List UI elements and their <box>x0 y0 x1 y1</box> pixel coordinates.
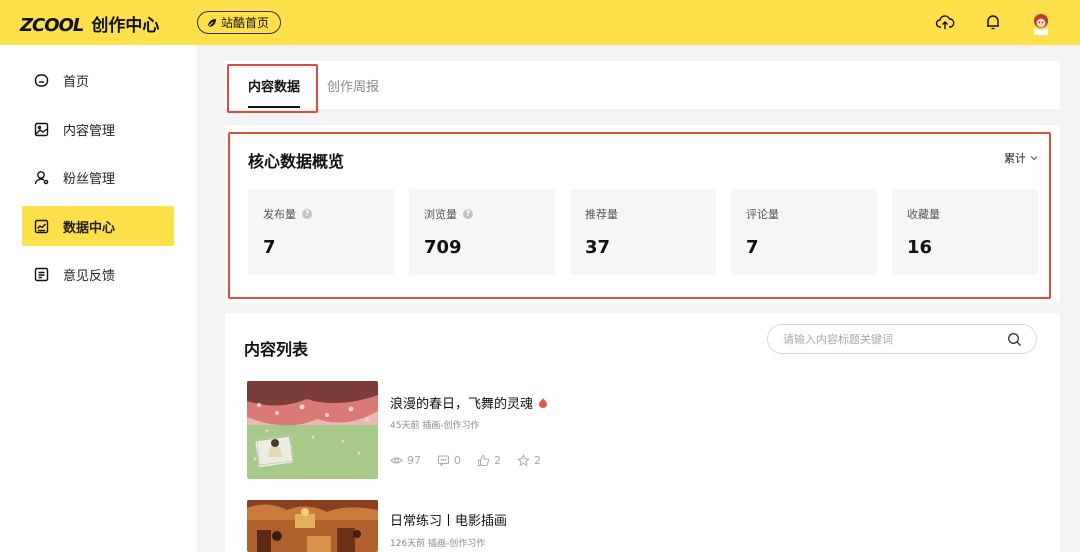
item-meta: 45天前 插画-创作习作 <box>390 421 480 431</box>
zcool-logo[interactable]: ZCOOL <box>20 15 84 36</box>
core-data-title: 核心数据概览 <box>248 152 345 171</box>
artwork-thumbnail[interactable] <box>247 500 378 552</box>
stat-label: 收藏量 <box>907 208 940 221</box>
stat-value: 709 <box>424 237 462 258</box>
likes-stat: 2 <box>477 454 501 467</box>
image-icon <box>34 122 49 136</box>
stat-label: 推荐量 <box>585 208 618 221</box>
list-item: 日常练习丨电影插画 126天前 插画-创作习作 <box>247 500 947 552</box>
leaf-icon <box>207 18 216 27</box>
eye-icon <box>390 457 403 464</box>
sidebar-item-label: 数据中心 <box>63 220 116 236</box>
tab-label: 创作周报 <box>327 79 380 95</box>
stat-label: 发布量 <box>263 208 296 221</box>
user-icon <box>34 170 49 184</box>
sidebar-item-data-center[interactable]: 数据中心 <box>22 206 174 246</box>
item-meta: 126天前 插画-创作习作 <box>390 539 486 549</box>
period-dropdown[interactable]: 累计 <box>1004 150 1038 166</box>
favorites-count: 2 <box>534 454 541 467</box>
comments-count: 0 <box>454 454 461 467</box>
tab-weekly-report[interactable]: 创作周报 <box>327 61 379 109</box>
favorites-stat: 2 <box>517 454 541 467</box>
zcool-home-button[interactable]: 站酷首页 <box>197 11 282 34</box>
tabs-bar: 内容数据 创作周报 <box>225 61 1060 109</box>
search-icon[interactable] <box>1007 332 1022 347</box>
home-icon <box>34 73 49 87</box>
stat-label: 评论量 <box>746 208 779 221</box>
item-title[interactable]: 浪漫的春日，飞舞的灵魂 <box>390 393 548 412</box>
sidebar-item-home[interactable]: 首页 <box>22 60 174 100</box>
help-icon[interactable]: ? <box>463 209 473 219</box>
item-title-text: 浪漫的春日，飞舞的灵魂 <box>390 397 534 412</box>
likes-count: 2 <box>494 454 501 467</box>
stat-value: 37 <box>585 237 611 258</box>
views-stat: 97 <box>390 454 421 467</box>
content-list-title: 内容列表 <box>244 340 309 359</box>
stat-value: 7 <box>746 237 759 258</box>
bell-icon[interactable] <box>980 9 1006 35</box>
star-icon <box>517 454 530 467</box>
stat-card-favorites: 收藏量 16 <box>892 189 1038 275</box>
sidebar-item-label: 粉丝管理 <box>63 171 116 187</box>
stat-card-comments: 评论量 7 <box>731 189 877 275</box>
comment-icon <box>438 455 449 467</box>
stat-card-views: 浏览量? 709 <box>409 189 555 275</box>
feedback-icon <box>34 267 49 281</box>
chart-icon <box>34 219 49 233</box>
item-title[interactable]: 日常练习丨电影插画 <box>390 510 507 529</box>
sidebar-item-label: 意见反馈 <box>63 268 116 284</box>
stat-label: 浏览量 <box>424 208 457 221</box>
tab-underline <box>248 106 301 108</box>
list-item: 浪漫的春日，飞舞的灵魂 45天前 插画-创作习作 97 0 2 2 <box>247 381 947 479</box>
search-box <box>767 324 1037 354</box>
views-count: 97 <box>407 454 421 467</box>
top-bar: ZCOOL 创作中心 站酷首页 <box>0 0 1080 45</box>
help-icon[interactable]: ? <box>302 209 312 219</box>
home-button-label: 站酷首页 <box>221 16 270 30</box>
tab-label: 内容数据 <box>248 79 301 95</box>
sidebar-item-label: 内容管理 <box>63 123 116 139</box>
sidebar-item-label: 首页 <box>63 74 90 90</box>
avatar[interactable] <box>1028 9 1054 35</box>
artwork-thumbnail[interactable] <box>247 381 378 479</box>
sidebar-item-feedback[interactable]: 意见反馈 <box>22 254 174 294</box>
stat-card-recommended: 推荐量 37 <box>570 189 716 275</box>
item-title-text: 日常练习丨电影插画 <box>390 514 508 529</box>
item-stats: 97 0 2 2 <box>390 454 541 467</box>
thumbs-up-icon <box>478 454 490 466</box>
sidebar-item-content[interactable]: 内容管理 <box>22 109 174 149</box>
sidebar-item-fans[interactable]: 粉丝管理 <box>22 157 174 197</box>
search-input[interactable] <box>783 331 983 348</box>
stat-value: 7 <box>263 237 276 258</box>
stat-card-published: 发布量? 7 <box>248 189 394 275</box>
period-label: 累计 <box>1004 152 1026 165</box>
upload-cloud-icon[interactable] <box>932 9 958 35</box>
app-title: 创作中心 <box>91 16 160 36</box>
tab-content-data[interactable]: 内容数据 <box>248 61 301 109</box>
brand[interactable]: ZCOOL 创作中心 <box>20 11 159 36</box>
chevron-down-icon <box>1030 156 1038 161</box>
comments-stat: 0 <box>437 454 461 467</box>
flame-icon <box>539 397 548 408</box>
stat-value: 16 <box>907 237 933 258</box>
